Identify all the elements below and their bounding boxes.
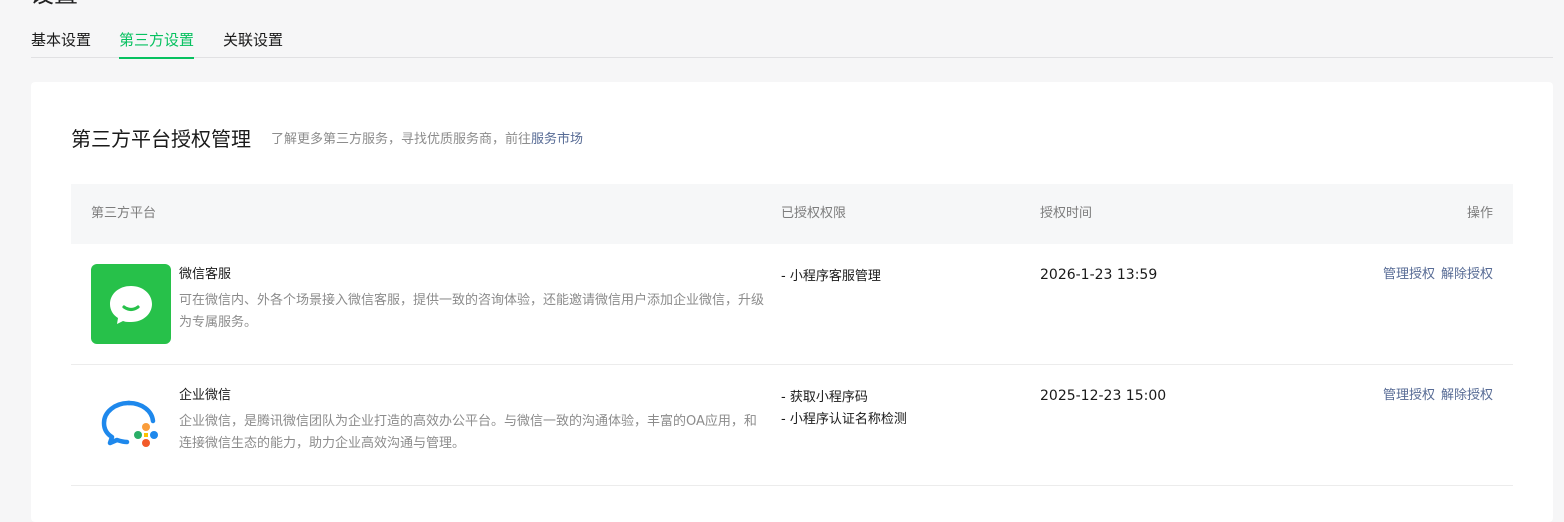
- settings-tabs: 基本设置 第三方设置 关联设置: [31, 28, 1553, 59]
- wecom-icon: [91, 385, 171, 465]
- permission-item: - 小程序客服管理: [781, 269, 881, 284]
- section-description: 了解更多第三方服务，寻找优质服务商，前往服务市场: [271, 131, 583, 149]
- wechat-kefu-icon: [91, 264, 171, 344]
- header-action: 操作: [1466, 206, 1493, 221]
- page-title: 设置: [30, 0, 78, 6]
- third-party-auth-card: 第三方平台授权管理 了解更多第三方服务，寻找优质服务商，前往服务市场 第三方平台…: [31, 82, 1553, 522]
- row-actions: 管理授权 解除授权: [1383, 266, 1493, 284]
- revoke-auth-link[interactable]: 解除授权: [1441, 267, 1493, 282]
- header-time: 授权时间: [1040, 206, 1093, 221]
- table-row: 企业微信 企业微信，是腾讯微信团队为企业打造的高效办公平台。与微信一致的沟通体验…: [71, 365, 1513, 486]
- table-row: 微信客服 可在微信内、外各个场景接入微信客服，提供一致的咨询体验，还能邀请微信用…: [71, 244, 1513, 365]
- permissions-list: - 获取小程序码 - 小程序认证名称检测: [781, 387, 907, 431]
- manage-auth-link[interactable]: 管理授权: [1383, 267, 1435, 282]
- vertical-scrollbar[interactable]: [1553, 0, 1564, 513]
- auth-time: 2025-12-23 15:00: [1040, 388, 1167, 404]
- tab-third-party-settings[interactable]: 第三方设置: [119, 28, 195, 59]
- header-platform: 第三方平台: [91, 206, 157, 221]
- platform-name: 企业微信: [179, 388, 232, 403]
- tab-basic-settings[interactable]: 基本设置: [31, 28, 91, 58]
- tab-linked-settings[interactable]: 关联设置: [223, 28, 283, 58]
- platform-description: 可在微信内、外各个场景接入微信客服，提供一致的咨询体验，还能邀请微信用户添加企业…: [179, 293, 765, 330]
- auth-time: 2026-1-23 13:59: [1040, 267, 1158, 283]
- revoke-auth-link[interactable]: 解除授权: [1441, 388, 1493, 403]
- header-permissions: 已授权权限: [781, 206, 847, 221]
- section-description-text: 了解更多第三方服务，寻找优质服务商，前往: [271, 132, 532, 147]
- table-header: 第三方平台 已授权权限 授权时间 操作: [71, 184, 1513, 244]
- permission-item: - 小程序认证名称检测: [781, 412, 907, 427]
- row-actions: 管理授权 解除授权: [1383, 387, 1493, 405]
- permission-item: - 获取小程序码: [781, 390, 868, 405]
- platform-name: 微信客服: [179, 267, 232, 282]
- permissions-list: - 小程序客服管理: [781, 266, 881, 288]
- platform-description: 企业微信，是腾讯微信团队为企业打造的高效办公平台。与微信一致的沟通体验，丰富的O…: [179, 414, 757, 451]
- section-title: 第三方平台授权管理: [71, 127, 251, 151]
- service-market-link[interactable]: 服务市场: [531, 132, 583, 147]
- manage-auth-link[interactable]: 管理授权: [1383, 388, 1435, 403]
